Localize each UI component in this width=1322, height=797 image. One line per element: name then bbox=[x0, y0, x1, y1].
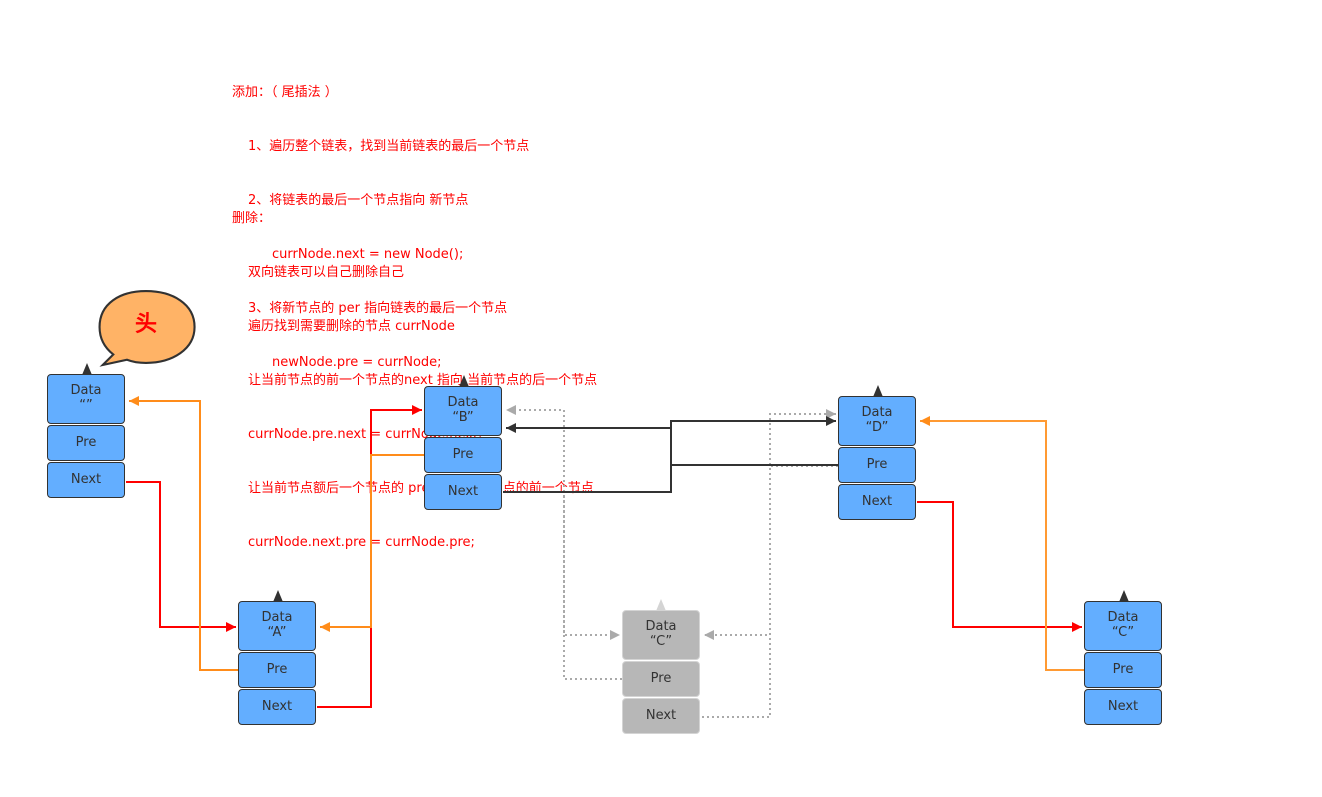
node-data-cell: Data “” bbox=[47, 374, 125, 424]
node-data-cell: Data “D” bbox=[838, 396, 916, 446]
link-head-next-to-a bbox=[126, 481, 236, 632]
node-value: “C” bbox=[649, 634, 673, 649]
node-value: “C” bbox=[1111, 625, 1135, 640]
node-next-cell: Next bbox=[424, 474, 502, 510]
node-value: “A” bbox=[267, 625, 287, 640]
node-pre-cell: Pre bbox=[238, 652, 316, 688]
node-next-cell: Next bbox=[238, 689, 316, 725]
link-c-pre-to-d bbox=[920, 416, 1085, 671]
node-next-cell: Next bbox=[622, 698, 700, 734]
node-data-cell: Data “A” bbox=[238, 601, 316, 651]
node-value: “B” bbox=[452, 410, 474, 425]
node-pre-cell: Pre bbox=[424, 437, 502, 473]
node-data-cell: Data “C” bbox=[1084, 601, 1162, 651]
node-pre-cell: Pre bbox=[838, 447, 916, 483]
link-d-next-to-c bbox=[917, 501, 1082, 632]
link-b-next-to-d bbox=[503, 416, 836, 493]
ghost-link-c-pre-to-b bbox=[506, 405, 622, 680]
node-next-cell: Next bbox=[1084, 689, 1162, 725]
ghost-link-c-next-to-d bbox=[702, 409, 836, 718]
node-next-cell: Next bbox=[838, 484, 916, 520]
node-data-cell: Data “B” bbox=[424, 386, 502, 436]
node-pre-cell: Pre bbox=[47, 425, 125, 461]
link-d-pre-to-b bbox=[506, 423, 838, 466]
node-value: “D” bbox=[865, 420, 889, 435]
node-pre-cell: Pre bbox=[1084, 652, 1162, 688]
ghost-link-b-next-to-c bbox=[503, 491, 620, 640]
ghost-link-d-pre-to-c bbox=[704, 465, 838, 640]
node-pre-cell: Pre bbox=[622, 661, 700, 697]
node-data-cell: Data “C” bbox=[622, 610, 700, 660]
node-next-cell: Next bbox=[47, 462, 125, 498]
head-label: 头 bbox=[134, 312, 157, 337]
node-value: “” bbox=[79, 398, 93, 413]
link-a-pre-to-head bbox=[129, 396, 239, 671]
link-b-pre-to-a bbox=[320, 454, 425, 632]
